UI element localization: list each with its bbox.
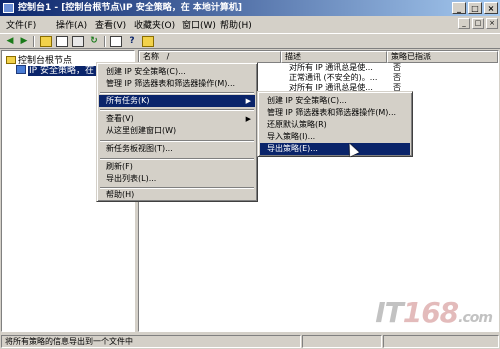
- ctx-all-tasks[interactable]: 所有任务(K) ▶: [99, 95, 255, 107]
- title-bar[interactable]: 控制台1 - [控制台根节点\IP 安全策略，在 本地计算机] _ □ ×: [0, 0, 500, 16]
- submenu-arrow-icon: ▶: [245, 97, 251, 105]
- sort-indicator: /: [166, 52, 170, 61]
- watermark-logo: IT168.com: [375, 296, 493, 329]
- export-icon[interactable]: [72, 36, 84, 47]
- refresh-icon[interactable]: ↻: [88, 36, 100, 47]
- status-text: 将所有策略的信息导出到一个文件中: [1, 335, 301, 348]
- tree-child-label: IP 安全策略，在 本: [28, 66, 107, 76]
- mdi-restore-button[interactable]: □: [472, 18, 484, 29]
- ctx-export-list[interactable]: 导出列表(L)...: [99, 173, 255, 185]
- status-bar: 将所有策略的信息导出到一个文件中: [0, 334, 500, 349]
- submenu-arrow-icon: ▶: [245, 115, 251, 123]
- toolbar: ◀ ▶ ↻ ?: [0, 33, 500, 49]
- policy-icon: [16, 65, 26, 74]
- sub-create-policy[interactable]: 创建 IP 安全策略(C)...: [260, 95, 410, 107]
- menu-help[interactable]: 帮助(H): [220, 18, 252, 31]
- mdi-minimize-button[interactable]: _: [458, 18, 470, 29]
- close-button[interactable]: ×: [484, 2, 498, 14]
- column-assigned[interactable]: 策略已指派: [387, 51, 498, 63]
- sub-import-policies[interactable]: 导入策略(I)...: [260, 131, 410, 143]
- status-pane-2: [302, 335, 382, 348]
- tree-ip-security-policies[interactable]: IP 安全策略，在 本: [16, 63, 107, 76]
- sub-restore-default[interactable]: 还原默认策略(R): [260, 119, 410, 131]
- mmc-app-icon[interactable]: [3, 3, 14, 13]
- back-icon[interactable]: ◀: [4, 36, 16, 47]
- menu-window[interactable]: 窗口(W): [182, 18, 216, 31]
- ctx-view[interactable]: 查看(V) ▶: [99, 113, 255, 125]
- menu-file[interactable]: 文件(F): [6, 18, 36, 31]
- ctx-help[interactable]: 帮助(H): [99, 189, 255, 201]
- new-policy-icon[interactable]: [142, 36, 154, 47]
- menu-favorites[interactable]: 收藏夹(O): [134, 18, 175, 31]
- sub-manage-filters[interactable]: 管理 IP 筛选器表和筛选器操作(M)...: [260, 107, 410, 119]
- folder-icon: [6, 56, 16, 64]
- mdi-close-button[interactable]: ×: [486, 18, 498, 29]
- up-folder-icon[interactable]: [40, 36, 52, 47]
- all-tasks-submenu: 创建 IP 安全策略(C)... 管理 IP 筛选器表和筛选器操作(M)... …: [257, 91, 413, 157]
- status-pane-3: [383, 335, 499, 348]
- forward-icon[interactable]: ▶: [18, 36, 30, 47]
- sub-export-policies[interactable]: 导出策略(E)...: [260, 143, 410, 155]
- context-menu: 创建 IP 安全策略(C)... 管理 IP 筛选器表和筛选器操作(M)... …: [96, 62, 258, 202]
- properties-icon[interactable]: [110, 36, 122, 47]
- minimize-button[interactable]: _: [452, 2, 466, 14]
- ctx-new-window[interactable]: 从这里创建窗口(W): [99, 125, 255, 137]
- ctx-new-taskpad[interactable]: 新任务板视图(T)...: [99, 143, 255, 155]
- show-tree-icon[interactable]: [56, 36, 68, 47]
- ctx-manage-filters[interactable]: 管理 IP 筛选器表和筛选器操作(M)...: [99, 78, 255, 90]
- menu-action[interactable]: 操作(A): [56, 18, 87, 31]
- help-icon[interactable]: ?: [126, 36, 138, 47]
- ctx-refresh[interactable]: 刷新(F): [99, 161, 255, 173]
- ctx-create-policy[interactable]: 创建 IP 安全策略(C)...: [99, 66, 255, 78]
- maximize-button[interactable]: □: [468, 2, 482, 14]
- window-title: 控制台1 - [控制台根节点\IP 安全策略，在 本地计算机]: [18, 3, 242, 13]
- menu-view[interactable]: 查看(V): [95, 18, 126, 31]
- menu-bar: 文件(F) 操作(A) 查看(V) 收藏夹(O) 窗口(W) 帮助(H) _ □…: [0, 16, 500, 32]
